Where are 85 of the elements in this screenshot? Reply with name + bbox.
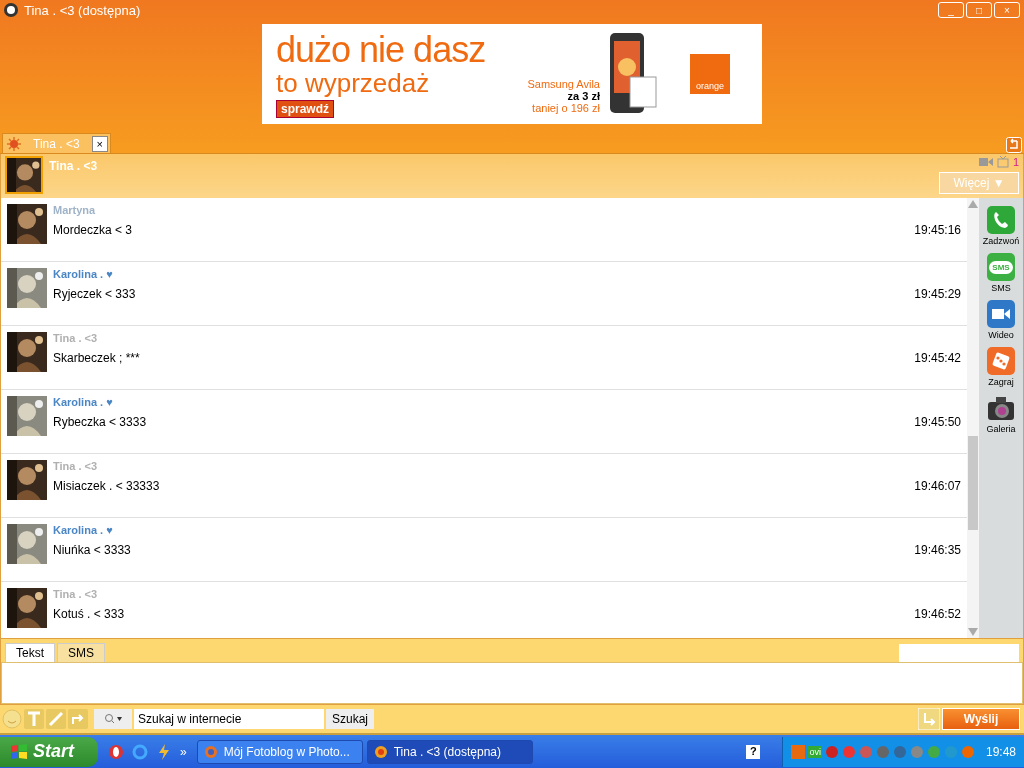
opera-icon (108, 743, 124, 760)
ad-headline: dużo nie dasz (276, 30, 486, 70)
tray-icon (909, 744, 924, 759)
message-time: 19:46:07 (914, 479, 961, 493)
scroll-thumb[interactable] (968, 436, 978, 530)
close-button[interactable]: × (91, 135, 108, 152)
taskbar-button[interactable]: Mój Fotoblog w Photo... (196, 739, 363, 764)
sender-name: Karolina . ♥ (53, 524, 114, 536)
wrench-icon (46, 709, 66, 729)
camera-icon (978, 156, 993, 168)
tray-icon (858, 744, 873, 759)
sender-name: Tina . <3 (53, 460, 99, 472)
message-text: Skarbeczek ; *** (53, 351, 140, 365)
video-camera-icon (987, 300, 1015, 328)
browser-icon (132, 743, 148, 760)
message-text: Misiaczek . < 33333 (53, 479, 160, 493)
lightning-icon (156, 743, 172, 760)
message-input[interactable] (1, 662, 1023, 704)
input-tab[interactable]: SMS (57, 643, 106, 662)
globe-icon (203, 744, 218, 759)
search-engine-button[interactable] (94, 709, 132, 729)
windows-logo-icon (10, 743, 28, 760)
tray-icon (892, 744, 907, 759)
clock: 19:48 (985, 744, 1016, 759)
message-text: Ryjeczek < 333 (53, 287, 136, 301)
count-label: 1 (1012, 156, 1019, 168)
ad-text: Samsung Avila (527, 78, 600, 90)
message-text: Niuńka < 3333 (53, 543, 131, 557)
search-icon (104, 713, 122, 725)
scrollbar[interactable] (967, 198, 979, 638)
message-text: Rybeczka < 3333 (53, 415, 147, 429)
search-button[interactable]: Szukaj (326, 709, 375, 729)
action-label[interactable]: Zadzwoń (982, 236, 1020, 246)
search-field[interactable]: Szukaj w internecie (134, 709, 324, 729)
chat-tab[interactable]: Tina . <3 × (2, 133, 111, 153)
window-title: Tina . <3 (dostępna) (24, 2, 141, 18)
camera-icon (987, 394, 1015, 422)
action-label[interactable]: Wideo (988, 330, 1014, 340)
input-tab[interactable]: Tekst (5, 643, 55, 662)
enter-icon (918, 708, 940, 730)
dice-icon (987, 347, 1015, 375)
sender-name: Martyna (53, 204, 97, 216)
tray-icon (926, 744, 941, 759)
tab-label: Tina . <3 (32, 136, 81, 151)
tray-icon (875, 744, 890, 759)
exit-icon (1006, 137, 1022, 153)
message-time: 19:45:50 (914, 415, 961, 429)
message-time: 19:45:16 (914, 223, 961, 237)
message-time: 19:46:52 (914, 607, 961, 621)
action-label[interactable]: SMS (991, 283, 1011, 293)
help-icon[interactable]: ? (746, 744, 761, 759)
ad-text: taniej o 196 zł (532, 102, 600, 114)
message-time: 19:46:35 (914, 543, 961, 557)
brand-logo: orange (690, 54, 730, 94)
sender-name: Karolina . ♥ (53, 396, 114, 408)
tray-icon (824, 744, 839, 759)
tray-icon (943, 744, 958, 759)
message-text: Mordeczka < 3 (53, 223, 133, 237)
scroll-up-icon (968, 200, 978, 208)
sender-name: Karolina . ♥ (53, 268, 114, 280)
ad-text: za 3 zł (567, 90, 600, 102)
ad-button[interactable]: sprawdź (276, 100, 334, 118)
app-logo-icon (4, 3, 18, 17)
taskbar-button[interactable]: Tina . <3 (dostępna) (366, 739, 533, 764)
message-time: 19:45:42 (914, 351, 961, 365)
sun-icon (7, 136, 21, 151)
sender-name: Tina . <3 (53, 332, 99, 344)
action-label[interactable]: Zagraj (988, 377, 1014, 387)
more-icons[interactable]: » (180, 744, 187, 759)
start-button[interactable]: Start (0, 736, 98, 767)
tray-icon (791, 744, 806, 759)
sender-name: Tina . <3 (53, 588, 99, 600)
message-text: Kotuś . < 333 (53, 607, 125, 621)
phone-icon (987, 206, 1015, 234)
text-format-icon (24, 709, 44, 729)
share-icon (68, 709, 88, 729)
tray-icon (841, 744, 856, 759)
sun-icon (373, 744, 388, 759)
scroll-down-icon (968, 628, 978, 636)
ad-subline: to wyprzedaż (276, 70, 430, 96)
action-label[interactable]: Galeria (986, 424, 1016, 434)
contact-name: Tina . <3 (49, 159, 98, 173)
ad-banner[interactable]: dużo nie dasz to wyprzedaż sprawdź Samsung Avila za 3 zł taniej o 196 zł orange (262, 24, 762, 124)
tray-icon (960, 744, 975, 759)
message-time: 19:45:29 (914, 287, 961, 301)
